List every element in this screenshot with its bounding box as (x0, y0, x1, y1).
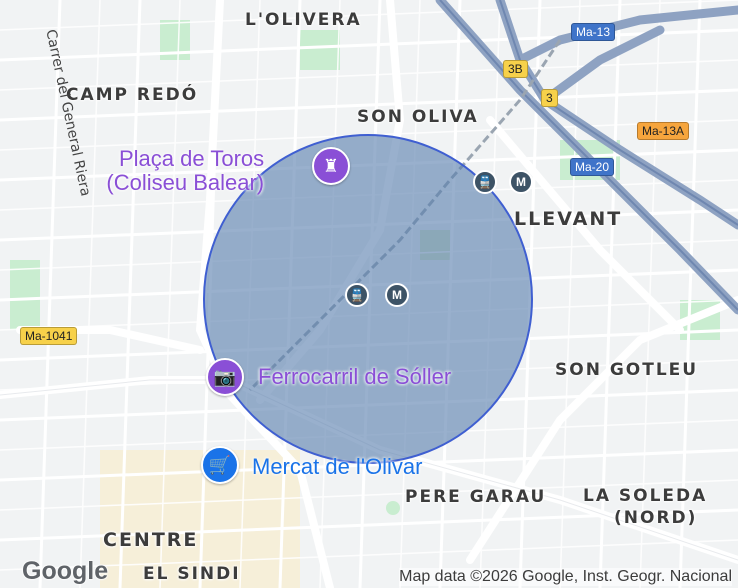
road-shield-ma20: Ma-20 (570, 158, 615, 176)
metro-icon[interactable]: M (509, 170, 533, 194)
google-logo[interactable]: Google (22, 557, 108, 586)
road-shield-ma13a: Ma-13A (637, 122, 690, 140)
district-label-la-soledat: LA SOLEDA (583, 486, 708, 506)
poi-label-ferrocarril[interactable]: Ferrocarril de Sóller (258, 365, 451, 389)
road-shield-exit-3: 3 (541, 89, 558, 107)
train-icon[interactable]: 🚆 (345, 283, 369, 307)
camera-pin-icon[interactable]: 📷 (206, 358, 244, 396)
district-label-pere-garau: PERE GARAU (405, 487, 547, 507)
road-shield-ma13: Ma-13 (571, 23, 616, 41)
district-label-el-sindicat: EL SINDI (143, 564, 241, 584)
poi-label-mercat[interactable]: Mercat de l'Olivar (252, 454, 422, 480)
road-shield-exit-3b: 3B (503, 60, 528, 78)
district-label-camp-redo: CAMP REDÓ (66, 85, 199, 105)
poi-label-placa-de-toros-line2: (Coliseu Balear) (106, 170, 265, 195)
map-attribution[interactable]: Map data ©2026 Google, Inst. Geogr. Naci… (399, 568, 732, 586)
poi-label-placa-de-toros[interactable]: Plaça de Toros (Coliseu Balear) (106, 146, 265, 195)
district-label-l-olivera: L'OLIVERA (245, 10, 362, 30)
road-shield-ma1041: Ma-1041 (20, 327, 78, 345)
train-icon[interactable]: 🚆 (473, 170, 497, 194)
shopping-cart-pin-icon[interactable]: 🛒 (201, 446, 239, 484)
map-canvas[interactable]: L'OLIVERA CAMP REDÓ SON OLIVA LLEVANT SO… (0, 0, 738, 588)
bullring-pin-icon[interactable]: ♜ (312, 147, 350, 185)
metro-icon[interactable]: M (385, 283, 409, 307)
district-label-son-oliva: SON OLIVA (357, 107, 479, 127)
district-label-la-soledat-nord: (NORD) (614, 508, 698, 528)
district-label-centre: CENTRE (103, 529, 199, 551)
district-label-llevant: LLEVANT (514, 208, 623, 230)
poi-label-placa-de-toros-line1: Plaça de Toros (119, 146, 265, 171)
district-label-son-gotleu: SON GOTLEU (555, 360, 699, 380)
